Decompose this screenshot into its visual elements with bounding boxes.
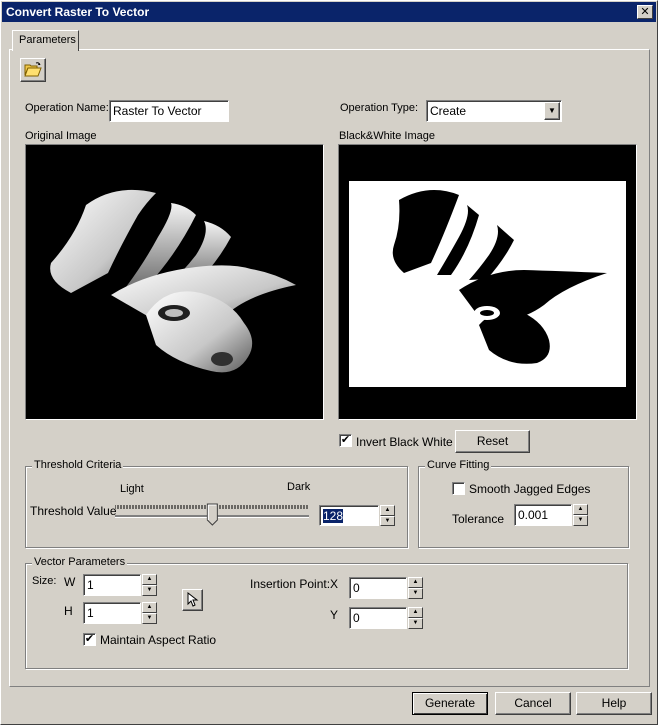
generate-label: Generate <box>424 696 476 710</box>
vector-parameters-title: Vector Parameters <box>32 556 128 568</box>
generate-button[interactable]: Generate <box>412 692 488 715</box>
reset-label: Reset <box>476 434 509 448</box>
invert-black-white-checkbox[interactable]: ✔ <box>339 434 352 447</box>
insertion-x-input[interactable]: 0 <box>349 577 407 599</box>
threshold-value-text: 128 <box>323 509 344 523</box>
spin-up-icon[interactable]: ▲ <box>142 574 157 585</box>
threshold-criteria-title: Threshold Criteria <box>32 459 124 471</box>
width-input[interactable]: 1 <box>83 574 141 596</box>
threshold-spinner[interactable]: ▲ ▼ <box>380 505 395 526</box>
width-label: W <box>64 575 76 589</box>
height-label: H <box>64 604 73 618</box>
operation-name-label: Operation Name: <box>25 102 109 114</box>
title-bar[interactable]: Convert Raster To Vector ✕ <box>2 2 656 22</box>
maintain-aspect-ratio-label: Maintain Aspect Ratio <box>100 633 217 647</box>
help-button[interactable]: Help <box>576 692 652 715</box>
tolerance-spinner[interactable]: ▲ ▼ <box>573 504 588 526</box>
height-spinner[interactable]: ▲ ▼ <box>142 602 157 624</box>
threshold-light-label: Light <box>120 483 144 495</box>
spin-down-icon[interactable]: ▼ <box>408 618 423 629</box>
spin-up-icon[interactable]: ▲ <box>573 504 588 515</box>
insertion-x-label: X <box>330 577 339 591</box>
insertion-y-value: 0 <box>353 611 360 625</box>
insertion-y-input[interactable]: 0 <box>349 607 407 629</box>
operation-type-dropdown-button[interactable]: ▼ <box>544 102 560 120</box>
operation-name-input[interactable]: Raster To Vector <box>109 100 229 122</box>
open-file-button[interactable] <box>20 58 46 82</box>
spin-up-icon[interactable]: ▲ <box>408 577 423 588</box>
spin-down-icon[interactable]: ▼ <box>142 613 157 624</box>
close-button[interactable]: ✕ <box>637 5 653 19</box>
spin-down-icon[interactable]: ▼ <box>380 515 395 526</box>
width-value: 1 <box>87 578 94 592</box>
tab-parameters[interactable]: Parameters <box>12 30 79 51</box>
threshold-value-label: Threshold Value <box>30 504 117 518</box>
size-label: Size: <box>32 575 57 587</box>
close-icon: ✕ <box>640 6 650 18</box>
insertion-y-spinner[interactable]: ▲ ▼ <box>408 607 423 629</box>
cancel-button[interactable]: Cancel <box>495 692 571 715</box>
original-image <box>25 144 324 420</box>
maintain-aspect-ratio-checkbox[interactable]: ✔ <box>83 633 96 646</box>
tab-label: Parameters <box>19 34 76 46</box>
reset-button[interactable]: Reset <box>455 430 530 453</box>
spin-down-icon[interactable]: ▼ <box>573 515 588 526</box>
cursor-arrow-icon <box>187 591 199 607</box>
insertion-x-value: 0 <box>353 581 360 595</box>
chevron-down-icon: ▼ <box>548 106 556 115</box>
original-image-label: Original Image <box>25 130 97 142</box>
pick-size-button[interactable] <box>182 589 203 611</box>
bw-preview-render <box>349 181 626 387</box>
rhino-logo-render <box>50 189 296 373</box>
smooth-jagged-edges-label: Smooth Jagged Edges <box>469 482 591 496</box>
spin-down-icon[interactable]: ▼ <box>142 585 157 596</box>
bw-image <box>338 144 637 420</box>
spin-down-icon[interactable]: ▼ <box>408 588 423 599</box>
dialog-window: Convert Raster To Vector ✕ Parameters Op… <box>0 0 658 725</box>
bw-image-label: Black&White Image <box>339 130 435 142</box>
check-icon: ✔ <box>84 633 95 645</box>
check-icon: ✔ <box>340 434 351 446</box>
insertion-point-label: Insertion Point: <box>250 577 331 591</box>
operation-name-value: Raster To Vector <box>113 104 202 118</box>
insertion-x-spinner[interactable]: ▲ ▼ <box>408 577 423 599</box>
threshold-dark-label: Dark <box>287 481 311 493</box>
operation-type-label: Operation Type: <box>340 102 419 114</box>
help-label: Help <box>601 696 627 710</box>
invert-black-white-label: Invert Black White <box>356 435 453 449</box>
spin-up-icon[interactable]: ▲ <box>408 607 423 618</box>
threshold-value-input[interactable]: 128 <box>319 505 379 526</box>
spin-up-icon[interactable]: ▲ <box>142 602 157 613</box>
tolerance-input[interactable]: 0.001 <box>514 504 572 526</box>
slider-thumb[interactable] <box>206 503 218 526</box>
smooth-jagged-edges-checkbox[interactable] <box>452 482 465 495</box>
operation-type-value: Create <box>430 104 467 118</box>
tolerance-label: Tolerance <box>452 512 505 526</box>
spin-up-icon[interactable]: ▲ <box>380 505 395 516</box>
operation-type-select[interactable]: Create ▼ <box>426 100 562 122</box>
height-value: 1 <box>87 606 94 620</box>
width-spinner[interactable]: ▲ ▼ <box>142 574 157 596</box>
cancel-label: Cancel <box>514 696 552 710</box>
threshold-slider[interactable] <box>115 499 311 529</box>
window-title: Convert Raster To Vector <box>6 5 150 19</box>
height-input[interactable]: 1 <box>83 602 141 624</box>
folder-open-icon <box>24 62 42 77</box>
tolerance-value: 0.001 <box>518 508 549 522</box>
curve-fitting-title: Curve Fitting <box>425 459 492 471</box>
insertion-y-label: Y <box>330 608 339 622</box>
